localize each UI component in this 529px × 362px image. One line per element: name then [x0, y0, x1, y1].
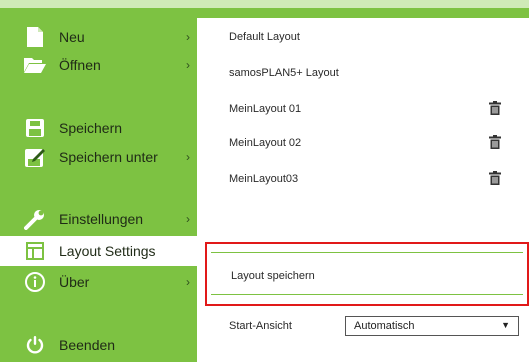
sidebar-item-oeffnen[interactable]: Öffnen ›: [0, 50, 197, 80]
sidebar-item-label: Speichern: [59, 120, 123, 136]
sidebar: Neu › Öffnen › Speichern Speichern unter…: [0, 8, 197, 362]
trash-icon[interactable]: [489, 101, 501, 115]
start-view-value: Automatisch: [354, 320, 415, 332]
sidebar-item-label: Beenden: [59, 337, 116, 353]
sidebar-item-speichern[interactable]: Speichern: [0, 113, 197, 143]
start-view-dropdown[interactable]: Automatisch ▼: [345, 316, 519, 336]
layout-item-meinlayout03[interactable]: MeinLayout03: [229, 173, 298, 185]
chevron-right-icon: ›: [186, 30, 190, 44]
divider: [211, 294, 523, 295]
trash-icon[interactable]: [489, 135, 501, 149]
start-view-label: Start-Ansicht: [229, 320, 292, 332]
sidebar-item-label: Layout Settings: [59, 243, 156, 259]
layout-icon: [24, 240, 46, 262]
sidebar-item-label: Speichern unter: [59, 149, 158, 165]
trash-icon[interactable]: [489, 171, 501, 185]
sidebar-item-ueber[interactable]: Über ›: [0, 267, 197, 297]
sidebar-item-label: Über: [59, 274, 90, 290]
save-layout-highlight: Layout speichern: [205, 242, 529, 306]
save-as-icon: [24, 146, 46, 168]
info-icon: [24, 271, 46, 293]
sidebar-item-einstellungen[interactable]: Einstellungen ›: [0, 204, 197, 234]
wrench-icon: [24, 208, 46, 230]
sidebar-item-layout-settings[interactable]: Layout Settings: [0, 236, 197, 266]
layout-item-samosplan5[interactable]: samosPLAN5+ Layout: [229, 67, 339, 79]
chevron-down-icon: ▼: [501, 320, 510, 330]
save-disk-icon: [24, 117, 46, 139]
layout-item-meinlayout-01[interactable]: MeinLayout 01: [229, 103, 301, 115]
sidebar-item-neu[interactable]: Neu ›: [0, 22, 197, 52]
folder-open-icon: [24, 54, 46, 76]
sidebar-item-label: Einstellungen: [59, 211, 144, 227]
sidebar-item-speichern-unter[interactable]: Speichern unter ›: [0, 142, 197, 172]
save-layout-button[interactable]: Layout speichern: [231, 270, 315, 282]
layout-item-default[interactable]: Default Layout: [229, 31, 300, 43]
divider: [211, 252, 523, 253]
power-icon: [24, 334, 46, 356]
sidebar-item-label: Neu: [59, 29, 85, 45]
chevron-right-icon: ›: [186, 212, 190, 226]
sidebar-item-label: Öffnen: [59, 57, 101, 73]
layout-settings-panel: Default Layout samosPLAN5+ Layout MeinLa…: [197, 18, 529, 362]
chevron-right-icon: ›: [186, 275, 190, 289]
chevron-right-icon: ›: [186, 58, 190, 72]
sidebar-item-beenden[interactable]: Beenden: [0, 330, 197, 360]
window-top-bar: [0, 0, 529, 8]
new-document-icon: [24, 26, 46, 48]
layout-item-meinlayout-02[interactable]: MeinLayout 02: [229, 137, 301, 149]
chevron-right-icon: ›: [186, 150, 190, 164]
